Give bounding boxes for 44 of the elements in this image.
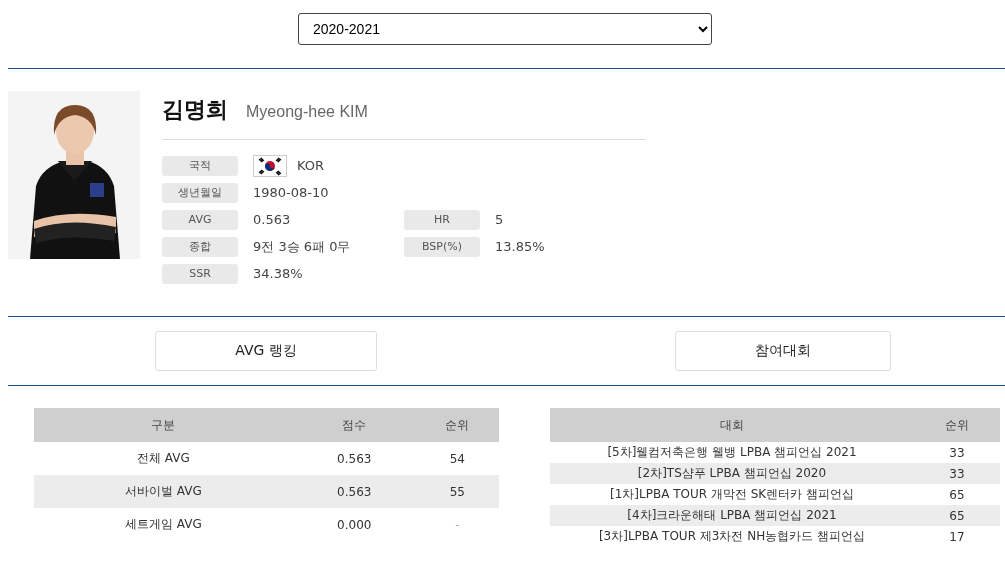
field-label: HR [404,209,480,230]
table-cell: [4차]크라운해태 LPBA 챔피언십 2021 [550,505,914,526]
table-cell: [2차]TS샴푸 LPBA 챔피언십 2020 [550,463,914,484]
section-button[interactable]: 참여대회 [675,331,891,371]
table-cell: 세트게임 AVG [34,508,293,541]
field-value: 5 [495,212,504,227]
column-header: 순위 [415,408,499,442]
table-cell: [3차]LPBA TOUR 제3차전 NH농협카드 챔피언십 [550,526,914,547]
table-cell: 33 [914,463,1000,484]
field-label: 국적 [162,155,238,176]
table-cell: 65 [914,505,1000,526]
table-cell: 0.563 [292,475,416,508]
field-label: 생년월일 [162,182,238,203]
field-value: 0.563 [253,212,291,227]
field-value: 9전 3승 6패 0무 [253,237,351,256]
player-name-english: Myeong-hee KIM [246,103,368,121]
table-cell: 전체 AVG [34,442,293,475]
table-cell: [1차]LPBA TOUR 개막전 SK렌터카 챔피언십 [550,484,914,505]
column-header: 점수 [292,408,416,442]
flag-icon [253,154,287,177]
season-select[interactable]: 2020-2021 [298,13,712,45]
section-button[interactable]: AVG 랭킹 [155,331,377,371]
field-label: 종합 [162,236,238,257]
table-cell: 33 [914,442,1000,463]
table-cell: 55 [415,475,499,508]
field-label: AVG [162,209,238,230]
column-header: 대회 [550,408,914,442]
column-header: 순위 [914,408,1000,442]
table-cell: 0.563 [292,442,416,475]
table-cell: [5차]웰컴저축은행 웰뱅 LPBA 챔피언십 2021 [550,442,914,463]
column-header: 구분 [34,408,293,442]
field-value: 1980-08-10 [253,185,329,200]
player-name: 김명희 [162,96,228,124]
table-cell: 54 [415,442,499,475]
field-label: BSP(%) [404,236,480,257]
field-label: SSR [162,263,238,284]
table-cell: 0.000 [292,508,416,541]
field-value: 13.85% [495,239,545,254]
table-cell: - [415,508,499,541]
field-value: 34.38% [253,266,303,281]
table-cell: 65 [914,484,1000,505]
table-cell: 17 [914,526,1000,547]
table-cell: 서바이벌 AVG [34,475,293,508]
field-value: KOR [297,158,325,173]
